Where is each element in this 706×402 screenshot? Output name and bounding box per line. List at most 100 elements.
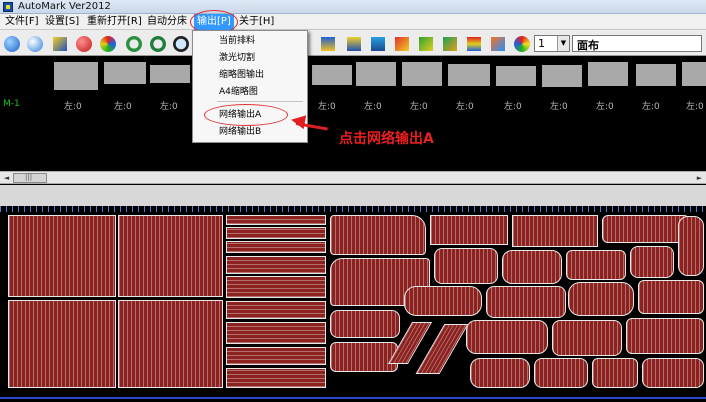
pattern-piece[interactable] — [330, 215, 426, 255]
pattern-piece[interactable] — [630, 246, 674, 278]
layer-select[interactable]: 1 ▼ — [534, 35, 570, 52]
scroll-thumb[interactable] — [13, 173, 47, 183]
pattern-piece[interactable] — [602, 215, 690, 243]
pattern-piece[interactable] — [642, 358, 704, 388]
left-offset-label: 左:0 — [596, 102, 614, 112]
menu-item-current-marker[interactable]: 当前排料 — [193, 33, 307, 50]
annotation-arrow-head — [289, 112, 307, 130]
menu-item-laser-cut[interactable]: 激光切割 — [193, 50, 307, 67]
scroll-left-icon[interactable]: ◄ — [2, 173, 11, 183]
piece-thumbnail — [636, 64, 676, 86]
search-globe-icon[interactable] — [25, 34, 45, 54]
pattern-piece[interactable] — [226, 301, 326, 319]
annotation-text: 点击网络输出A — [339, 131, 434, 147]
title-bar: AutoMark Ver2012 — [0, 0, 706, 14]
pattern-piece[interactable] — [592, 358, 638, 388]
pattern-piece[interactable] — [434, 248, 498, 284]
menu-auto-split[interactable]: 自动分床 — [144, 14, 190, 30]
pattern-piece[interactable] — [118, 215, 223, 297]
pattern-piece[interactable] — [226, 256, 326, 274]
pinwheel-icon[interactable] — [98, 34, 118, 54]
pattern-piece[interactable] — [512, 215, 598, 247]
stack-icon[interactable] — [368, 34, 388, 54]
piece-thumbnail — [448, 64, 490, 86]
left-offset-label: 左:0 — [642, 102, 660, 112]
piece-thumbnail — [356, 62, 396, 86]
pattern-piece[interactable] — [466, 320, 548, 354]
piece-thumbnail — [402, 62, 442, 86]
pattern-piece[interactable] — [330, 310, 400, 338]
pattern-piece[interactable] — [678, 216, 704, 276]
zoom-icon[interactable] — [171, 34, 191, 54]
pattern-piece[interactable] — [226, 276, 326, 298]
chevron-down-icon[interactable]: ▼ — [557, 36, 569, 51]
menu-output[interactable]: 输出[P] — [194, 14, 234, 30]
up-arrow-icon[interactable] — [318, 34, 338, 54]
piece-thumbnail — [150, 65, 190, 83]
pattern-piece[interactable] — [226, 368, 326, 388]
left-offset-label: 左:0 — [114, 102, 132, 112]
book-icon[interactable] — [392, 34, 412, 54]
menu-about[interactable]: 关于[H] — [236, 14, 277, 30]
pattern-piece[interactable] — [330, 342, 398, 372]
pattern-piece[interactable] — [226, 215, 326, 225]
thumbnail-panel: M-1 左:0 左:0 左:0 左:0 左:0 左:0 左:0 左:0 左:0 … — [0, 57, 706, 165]
panel-divider — [0, 185, 706, 206]
marker-ruler — [0, 206, 706, 212]
pattern-piece[interactable] — [226, 227, 326, 239]
pattern-piece[interactable] — [486, 286, 566, 318]
menu-file[interactable]: 文件[F] — [2, 14, 42, 30]
pattern-piece[interactable] — [226, 347, 326, 365]
piece-thumbnail — [588, 62, 628, 86]
pattern-piece[interactable] — [8, 300, 116, 388]
left-offset-label: 左:0 — [456, 102, 474, 112]
left-offset-label: 左:0 — [64, 102, 82, 112]
scroll-right-icon[interactable]: ► — [695, 173, 704, 183]
pattern-piece[interactable] — [534, 358, 588, 388]
layers-color-icon[interactable] — [464, 34, 484, 54]
left-offset-label: 左:0 — [410, 102, 428, 112]
pattern-piece[interactable] — [226, 322, 326, 344]
menu-settings[interactable]: 设置[S] — [42, 14, 82, 30]
piece-thumbnail — [312, 65, 352, 85]
window-title: AutoMark Ver2012 — [18, 1, 111, 12]
rotate-cw-icon[interactable] — [148, 34, 168, 54]
left-offset-label: 左:0 — [686, 102, 704, 112]
pattern-piece[interactable] — [226, 241, 326, 253]
piece-thumbnail — [104, 62, 146, 84]
pattern-piece[interactable] — [404, 286, 482, 316]
rotate-icon[interactable] — [124, 34, 144, 54]
pattern-piece[interactable] — [502, 250, 562, 284]
layers-icon[interactable] — [344, 34, 364, 54]
app-icon — [3, 2, 13, 12]
arrows-icon[interactable] — [50, 34, 70, 54]
menu-item-thumbnail-output[interactable]: 缩略图输出 — [193, 67, 307, 84]
ball-icon[interactable] — [74, 34, 94, 54]
row-label: M-1 — [3, 99, 20, 109]
pattern-piece[interactable] — [470, 358, 530, 388]
menu-bar: 文件[F] 设置[S] 重新打开[R] 自动分床 输出[P] 关于[H] — [0, 14, 706, 30]
pattern-piece[interactable] — [568, 282, 634, 316]
fabric-field[interactable]: 面布 — [572, 35, 702, 52]
menu-reopen[interactable]: 重新打开[R] — [84, 14, 145, 30]
scissors-icon[interactable] — [416, 34, 436, 54]
pattern-piece[interactable] — [118, 300, 223, 388]
color-wheel-icon[interactable] — [488, 34, 508, 54]
left-offset-label: 左:0 — [550, 102, 568, 112]
pattern-piece[interactable] — [552, 320, 622, 356]
pattern-piece[interactable] — [430, 215, 508, 245]
pattern-piece[interactable] — [8, 215, 116, 297]
marker-canvas[interactable] — [0, 206, 706, 402]
left-offset-label: 左:0 — [160, 102, 178, 112]
palette-icon[interactable] — [512, 34, 532, 54]
pattern-piece[interactable] — [626, 318, 704, 354]
star-icon[interactable] — [440, 34, 460, 54]
left-offset-label: 左:0 — [504, 102, 522, 112]
layer-select-value: 1 — [538, 37, 545, 50]
horizontal-scrollbar[interactable]: ◄ ► — [0, 171, 706, 184]
piece-thumbnail — [54, 62, 98, 90]
pattern-piece[interactable] — [566, 250, 626, 280]
globe-icon[interactable] — [2, 34, 22, 54]
pattern-piece[interactable] — [638, 280, 704, 314]
menu-item-a4-thumbnail[interactable]: A4缩略图 — [193, 84, 307, 101]
